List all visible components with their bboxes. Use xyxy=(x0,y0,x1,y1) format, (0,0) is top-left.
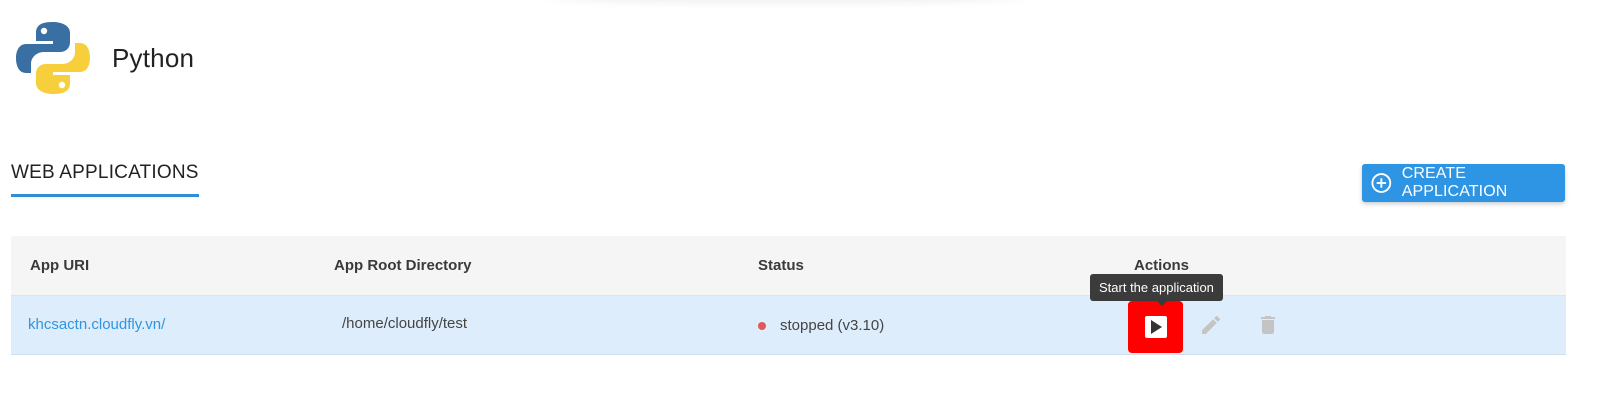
app-root-directory: /home/cloudfly/test xyxy=(342,315,468,332)
column-header-status: Status xyxy=(758,257,804,274)
column-header-actions: Actions xyxy=(1134,257,1190,274)
plus-circle-icon xyxy=(1371,173,1392,193)
app-header: Python xyxy=(16,20,194,96)
table-row: khcsactn.cloudfly.vn/ /home/cloudfly/tes… xyxy=(11,296,1566,355)
create-application-label: CREATE APPLICATION xyxy=(1401,165,1508,200)
web-applications-table: App URI App Root Directory Status Action… xyxy=(11,236,1566,355)
status-cell: stopped (v3.10) xyxy=(758,317,884,334)
column-header-app-root-directory: App Root Directory xyxy=(334,257,472,274)
section-tabs: WEB APPLICATIONS xyxy=(11,162,199,197)
column-header-app-uri: App URI xyxy=(30,257,90,274)
start-application-tooltip: Start the application xyxy=(1090,274,1223,301)
delete-icon[interactable] xyxy=(1256,313,1280,337)
python-logo-icon xyxy=(16,22,90,94)
status-text: stopped (v3.10) xyxy=(780,317,885,334)
play-icon xyxy=(1144,316,1167,338)
start-application-button[interactable] xyxy=(1128,301,1183,353)
tab-web-applications[interactable]: WEB APPLICATIONS xyxy=(11,162,199,197)
app-title: Python xyxy=(112,42,195,73)
page: Python WEB APPLICATIONS CREATE APPLICATI… xyxy=(0,0,1609,414)
tooltip-arrow xyxy=(1157,301,1167,306)
status-dot-icon xyxy=(758,321,766,330)
table-header: App URI App Root Directory Status Action… xyxy=(11,236,1566,296)
create-application-button[interactable]: CREATE APPLICATION xyxy=(1362,164,1565,202)
play-triangle xyxy=(1150,320,1162,334)
edit-icon[interactable] xyxy=(1199,313,1223,337)
app-uri-link[interactable]: khcsactn.cloudfly.vn/ xyxy=(28,316,165,333)
